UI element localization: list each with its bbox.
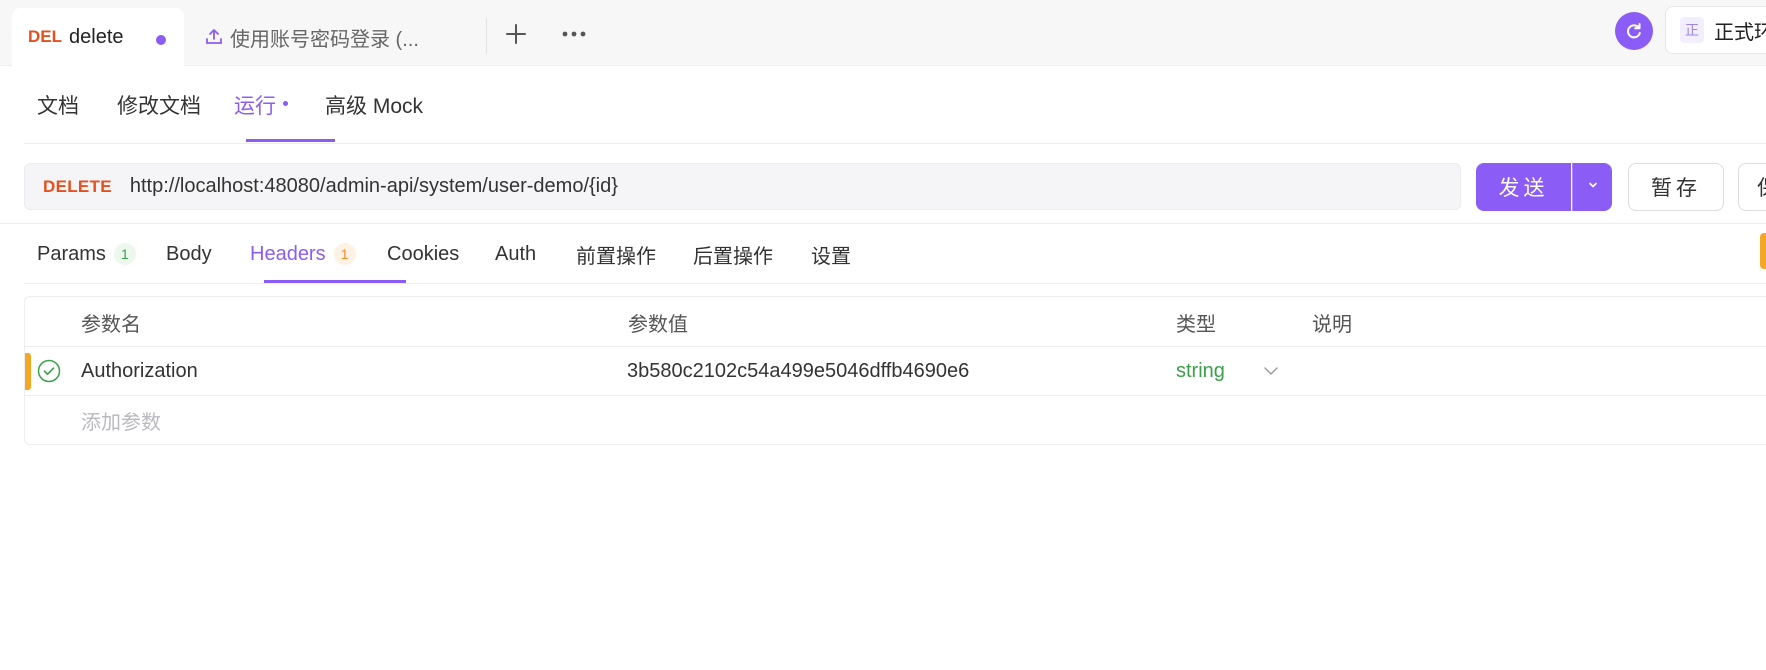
sync-icon[interactable]	[1615, 12, 1653, 50]
tab-pre-processors[interactable]: 前置操作	[576, 224, 656, 284]
tab-run[interactable]: 运行	[234, 66, 288, 144]
active-underline	[246, 139, 335, 142]
params-count-badge: 1	[113, 243, 136, 265]
tab-body[interactable]: Body	[166, 224, 212, 284]
chevron-down-icon[interactable]	[1261, 361, 1281, 381]
headers-count-badge: 1	[333, 243, 356, 265]
env-badge: 正	[1680, 17, 1704, 43]
request-tabs: Params 1 Body Headers 1 Cookies Auth 前置操…	[24, 224, 1766, 284]
table-row: Authorization 3b580c2102c54a499e5046dffb…	[25, 347, 1766, 396]
param-name[interactable]: Authorization	[81, 347, 198, 396]
tab-params-label: Params	[37, 242, 106, 265]
environment-select[interactable]: 正 正式环境	[1665, 6, 1766, 54]
active-underline	[264, 280, 406, 283]
unsaved-dot	[156, 35, 166, 45]
active-dot	[283, 100, 288, 106]
tab-auth[interactable]: Auth	[495, 224, 536, 284]
tab-params[interactable]: Params 1	[37, 224, 136, 284]
add-param-input[interactable]: 添加参数	[81, 396, 161, 444]
column-description: 说明	[1312, 313, 1352, 336]
tab-bar: DEL delete 使用账号密码登录 (... 正 正式环境	[0, 0, 1766, 66]
tab-divider	[486, 18, 487, 54]
save-button[interactable]: 保	[1738, 163, 1766, 211]
env-name: 正式环境	[1714, 21, 1766, 44]
tab-edit-docs[interactable]: 修改文档	[117, 66, 201, 144]
plus-icon[interactable]	[498, 16, 534, 52]
column-value: 参数值	[628, 313, 688, 336]
sub-nav: 文档 修改文档 运行 高级 Mock	[24, 66, 1766, 144]
tab-login[interactable]: 使用账号密码登录 (...	[198, 8, 484, 66]
url-input[interactable]: DELETE http://localhost:48080/admin-api/…	[24, 163, 1461, 210]
tab-headers[interactable]: Headers 1	[250, 224, 356, 284]
tab-docs[interactable]: 文档	[37, 66, 79, 144]
chevron-down-icon	[1587, 178, 1599, 196]
param-type[interactable]: string	[1176, 347, 1225, 396]
tab-method-badge: DEL	[28, 27, 62, 46]
tab-advanced-mock[interactable]: 高级 Mock	[325, 66, 423, 144]
add-param-row[interactable]: 添加参数	[25, 396, 1766, 444]
send-button[interactable]: 发送	[1476, 163, 1571, 211]
tab-title: 使用账号密码登录 (...	[230, 28, 419, 51]
tab-run-label: 运行	[234, 95, 276, 118]
table-header: 参数名 参数值 类型 说明	[25, 297, 1766, 347]
check-circle-icon[interactable]	[37, 359, 61, 383]
column-type: 类型	[1176, 313, 1216, 336]
method-select[interactable]: DELETE	[43, 177, 112, 197]
tab-delete[interactable]: DEL delete	[12, 8, 184, 66]
upload-icon	[204, 27, 224, 47]
row-marker	[25, 353, 31, 390]
side-marker	[1760, 233, 1766, 269]
url-text[interactable]: http://localhost:48080/admin-api/system/…	[130, 175, 618, 198]
tab-headers-label: Headers	[250, 242, 326, 265]
send-dropdown-button[interactable]	[1572, 163, 1612, 211]
column-name: 参数名	[81, 313, 141, 336]
tab-settings[interactable]: 设置	[811, 224, 851, 284]
tab-cookies[interactable]: Cookies	[387, 224, 459, 284]
tab-title: delete	[69, 25, 124, 48]
tab-post-processors[interactable]: 后置操作	[693, 224, 773, 284]
headers-table: 参数名 参数值 类型 说明 Authorization 3b580c2102c5…	[24, 296, 1766, 445]
save-draft-button[interactable]: 暂存	[1628, 163, 1724, 211]
param-value[interactable]: 3b580c2102c54a499e5046dffb4690e6	[627, 347, 969, 396]
more-dots-icon[interactable]	[556, 16, 592, 52]
